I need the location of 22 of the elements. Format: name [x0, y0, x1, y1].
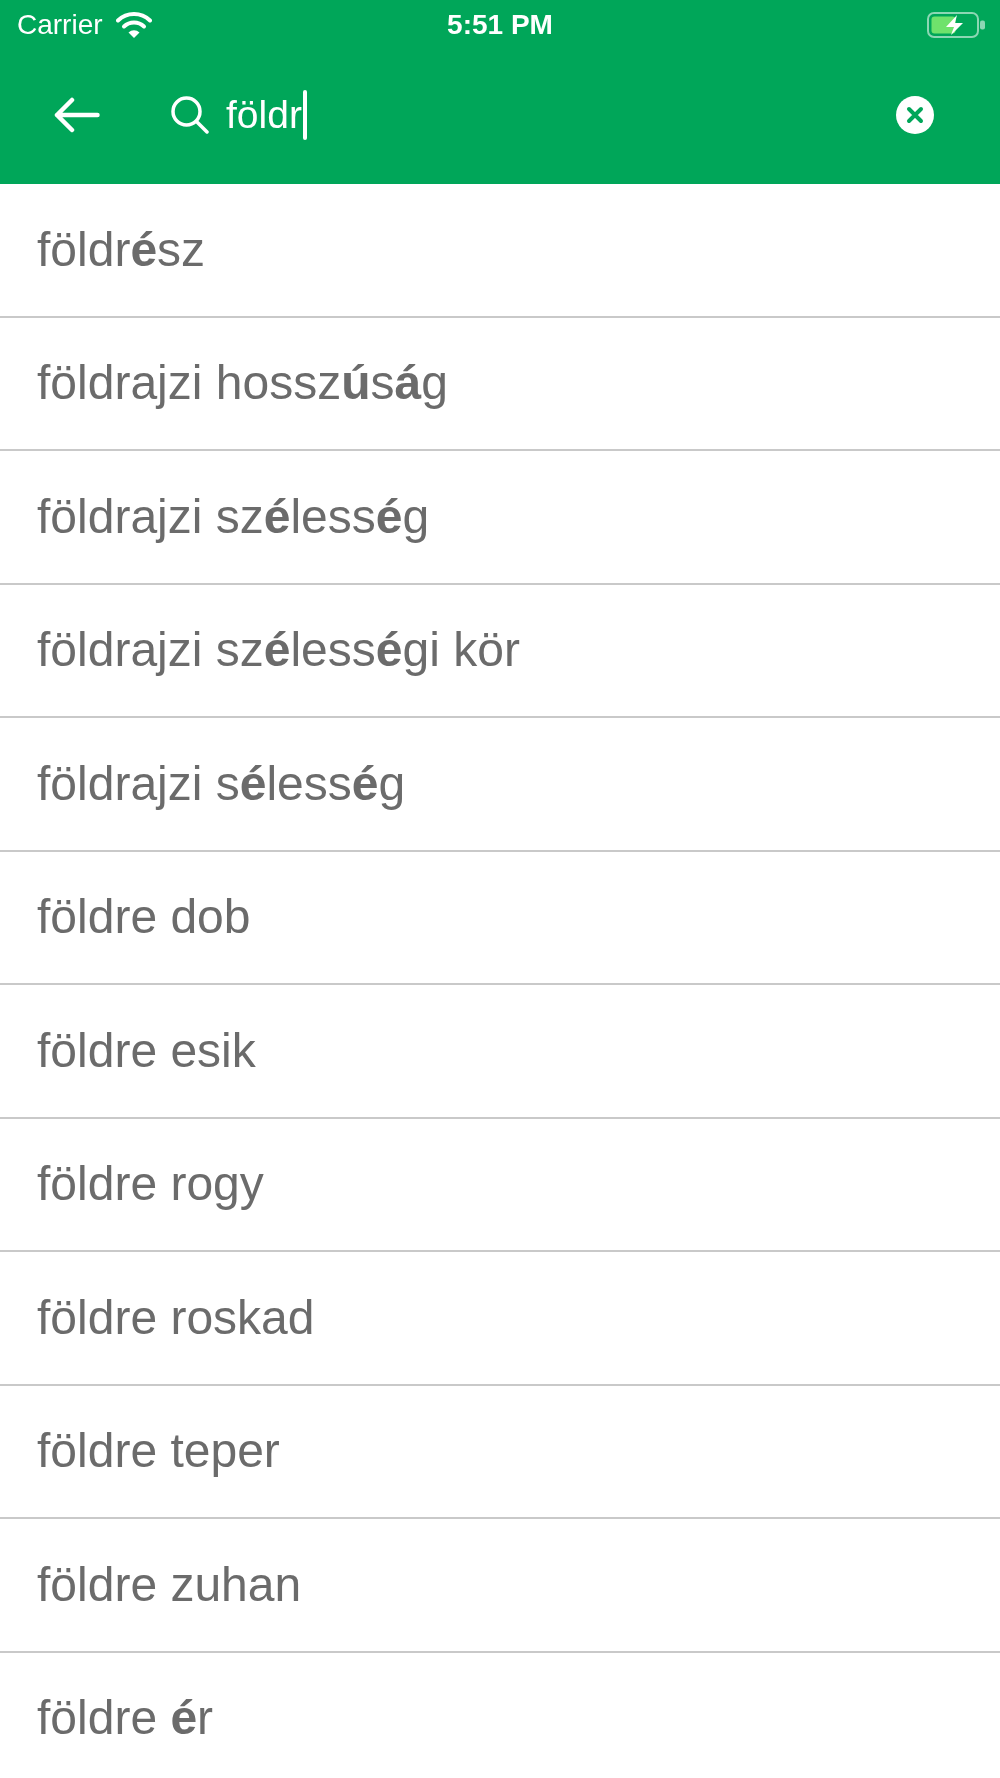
result-item[interactable]: földre dob — [37, 888, 251, 947]
clear-button[interactable] — [896, 96, 934, 134]
result-item[interactable]: földrajzi szélességi kör — [37, 621, 520, 680]
search-field[interactable]: földr — [226, 89, 876, 141]
result-item[interactable]: földre esik — [37, 1021, 256, 1080]
result-item[interactable]: földrajzi szélesség — [37, 487, 430, 546]
arrow-left-icon — [54, 97, 100, 133]
status-time: 5:51 PM — [447, 9, 553, 41]
wifi-icon — [115, 12, 152, 38]
result-item[interactable]: földre zuhan — [37, 1555, 302, 1614]
battery-charging-icon — [927, 12, 985, 38]
result-item[interactable]: földrajzi sélesség — [37, 754, 406, 813]
search-icon — [171, 96, 209, 134]
result-item[interactable]: földre rogy — [37, 1155, 264, 1214]
result-item[interactable]: földre teper — [37, 1422, 280, 1481]
result-item[interactable]: földrész — [37, 220, 206, 279]
result-item[interactable]: földre roskad — [37, 1288, 315, 1347]
back-button[interactable] — [54, 97, 100, 133]
close-icon — [896, 96, 934, 134]
carrier-name: Carrier — [17, 9, 103, 41]
result-item[interactable]: földre ér — [37, 1689, 214, 1748]
result-item[interactable]: földrajzi hosszúság — [37, 354, 448, 413]
